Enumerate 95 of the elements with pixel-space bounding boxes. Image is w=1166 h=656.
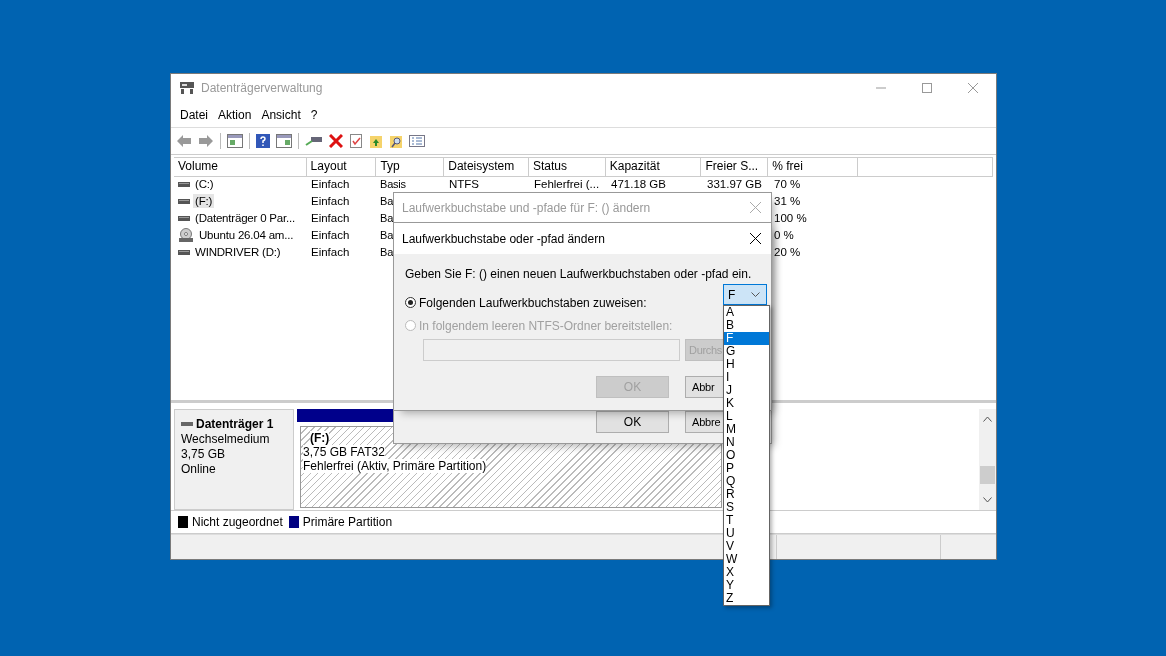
disk-management-icon [179,81,195,96]
partition-info: 3,75 GB FAT32 [303,445,385,460]
column-header[interactable]: Layout [306,157,377,176]
delete-icon[interactable] [329,133,343,148]
column-header[interactable]: Dateisystem [444,157,529,176]
disk-state: Online [181,462,217,477]
table-cell: 20 % [774,245,801,260]
table-cell: Ba [380,194,394,209]
drive-icon [178,249,190,255]
dialog-button[interactable]: OK [596,411,669,433]
table-cell: Ba [380,245,394,260]
forward-arrow-icon[interactable] [198,133,214,148]
drive-name[interactable]: (F:) [193,194,215,209]
menu-item[interactable]: Aktion [218,107,252,122]
table-cell: 0 % [774,228,794,243]
column-header[interactable]: Status [528,157,606,176]
maximize-icon[interactable] [922,83,932,94]
back-arrow-icon[interactable] [176,133,192,148]
drive-icon [178,198,190,204]
dropdown-option[interactable]: T [724,514,769,527]
drive-icon [178,215,190,221]
table-cell: NTFS [449,177,480,192]
drive-name[interactable]: WINDRIVER (D:) [193,245,283,260]
column-header[interactable]: Kapazität [605,157,702,176]
close-icon[interactable] [750,233,761,244]
dropdown-option[interactable]: V [724,540,769,553]
disk-info-panel[interactable]: Datenträger 1 Wechselmedium 3,75 GB Online [174,409,294,511]
dialog-title: Laufwerkbuchstabe und -pfade für F: () ändern [402,200,651,215]
dropdown-option[interactable]: Q [724,475,769,488]
window-title: Datenträgerverwaltung [201,81,323,96]
dropdown-option[interactable]: K [724,397,769,410]
console-tree-icon[interactable] [227,133,243,148]
properties-list-icon[interactable] [409,134,425,147]
table-cell: 31 % [774,194,801,209]
dropdown-option[interactable]: X [724,566,769,579]
column-header[interactable]: % frei [768,157,858,176]
scroll-up-icon[interactable] [983,416,992,423]
dropdown-option[interactable]: Y [724,579,769,592]
dialog-prompt: Geben Sie F: () einen neuen Laufwerkbuchstaben oder -pfad ein. [405,267,753,281]
table-cell: Ba [380,211,394,226]
dropdown-option[interactable]: N [724,436,769,449]
partition-label: (F:) [310,431,330,446]
column-header[interactable]: Typ [376,157,445,176]
dropdown-option[interactable]: R [724,488,769,501]
disk-size: 3,75 GB [181,447,227,462]
table-cell: Fehlerfrei (... [534,177,600,192]
menu-item[interactable]: Datei [180,107,208,122]
scrollbar[interactable] [979,409,996,511]
radio-label[interactable]: Folgenden Laufwerkbuchstaben zuweisen: [419,295,647,310]
drive-name[interactable]: Ubuntu 26.04 am... [197,228,296,243]
table-cell: Einfach [311,211,350,226]
legend-label: Nicht zugeordnet [192,515,283,530]
partition-status: Fehlerfrei (Aktiv, Primäre Partition) [303,459,487,474]
disk-type: Wechselmedium [181,432,271,447]
table-cell: Basis [380,177,406,192]
radio-button[interactable] [405,297,416,308]
column-header[interactable]: Volume [174,157,307,176]
menu-item[interactable]: Ansicht [261,107,301,122]
legend-label: Primäre Partition [302,515,393,530]
table-cell: 331.97 GB [707,177,762,192]
dropdown-option[interactable]: B [724,319,769,332]
drive-icon [178,181,190,187]
disc-drive-icon [178,228,194,243]
scroll-down-icon[interactable] [983,497,992,504]
menu-item[interactable]: ? [310,107,318,122]
disk-name: Datenträger 1 [196,417,274,432]
dropdown-option[interactable]: W [724,553,769,566]
drive-name[interactable]: (C:) [193,177,216,192]
table-cell: Ba [380,228,394,243]
checked-document-icon[interactable] [349,133,363,148]
drive-letter-dropdown[interactable]: F [723,284,767,305]
dropdown-option[interactable]: U [724,527,769,540]
action-pane-icon[interactable] [276,133,292,148]
scroll-thumb[interactable] [980,465,995,484]
dropdown-option[interactable]: Z [724,592,769,605]
table-cell: Einfach [311,177,350,192]
folder-up-icon[interactable] [369,133,383,148]
caret-icon [751,292,760,297]
table-cell: 471.18 GB [611,177,666,192]
folder-search-icon[interactable] [389,133,403,148]
drive-name[interactable]: (Datenträger 0 Par... [193,211,297,226]
table-cell: Einfach [311,245,350,260]
dropdown-option[interactable]: F [724,332,769,345]
dropdown-option[interactable]: P [724,462,769,475]
dropdown-option[interactable]: H [724,358,769,371]
column-header[interactable]: Freier S... [701,157,769,176]
dropdown-option[interactable]: A [724,306,769,319]
table-cell: 100 % [774,211,807,226]
dropdown-option[interactable]: O [724,449,769,462]
help-icon[interactable] [256,133,270,148]
table-cell: 70 % [774,177,801,192]
dropdown-option[interactable]: S [724,501,769,514]
table-cell: Einfach [311,228,350,243]
table-cell: Einfach [311,194,350,209]
dialog-title: Laufwerkbuchstabe oder -pfad ändern [402,231,605,246]
